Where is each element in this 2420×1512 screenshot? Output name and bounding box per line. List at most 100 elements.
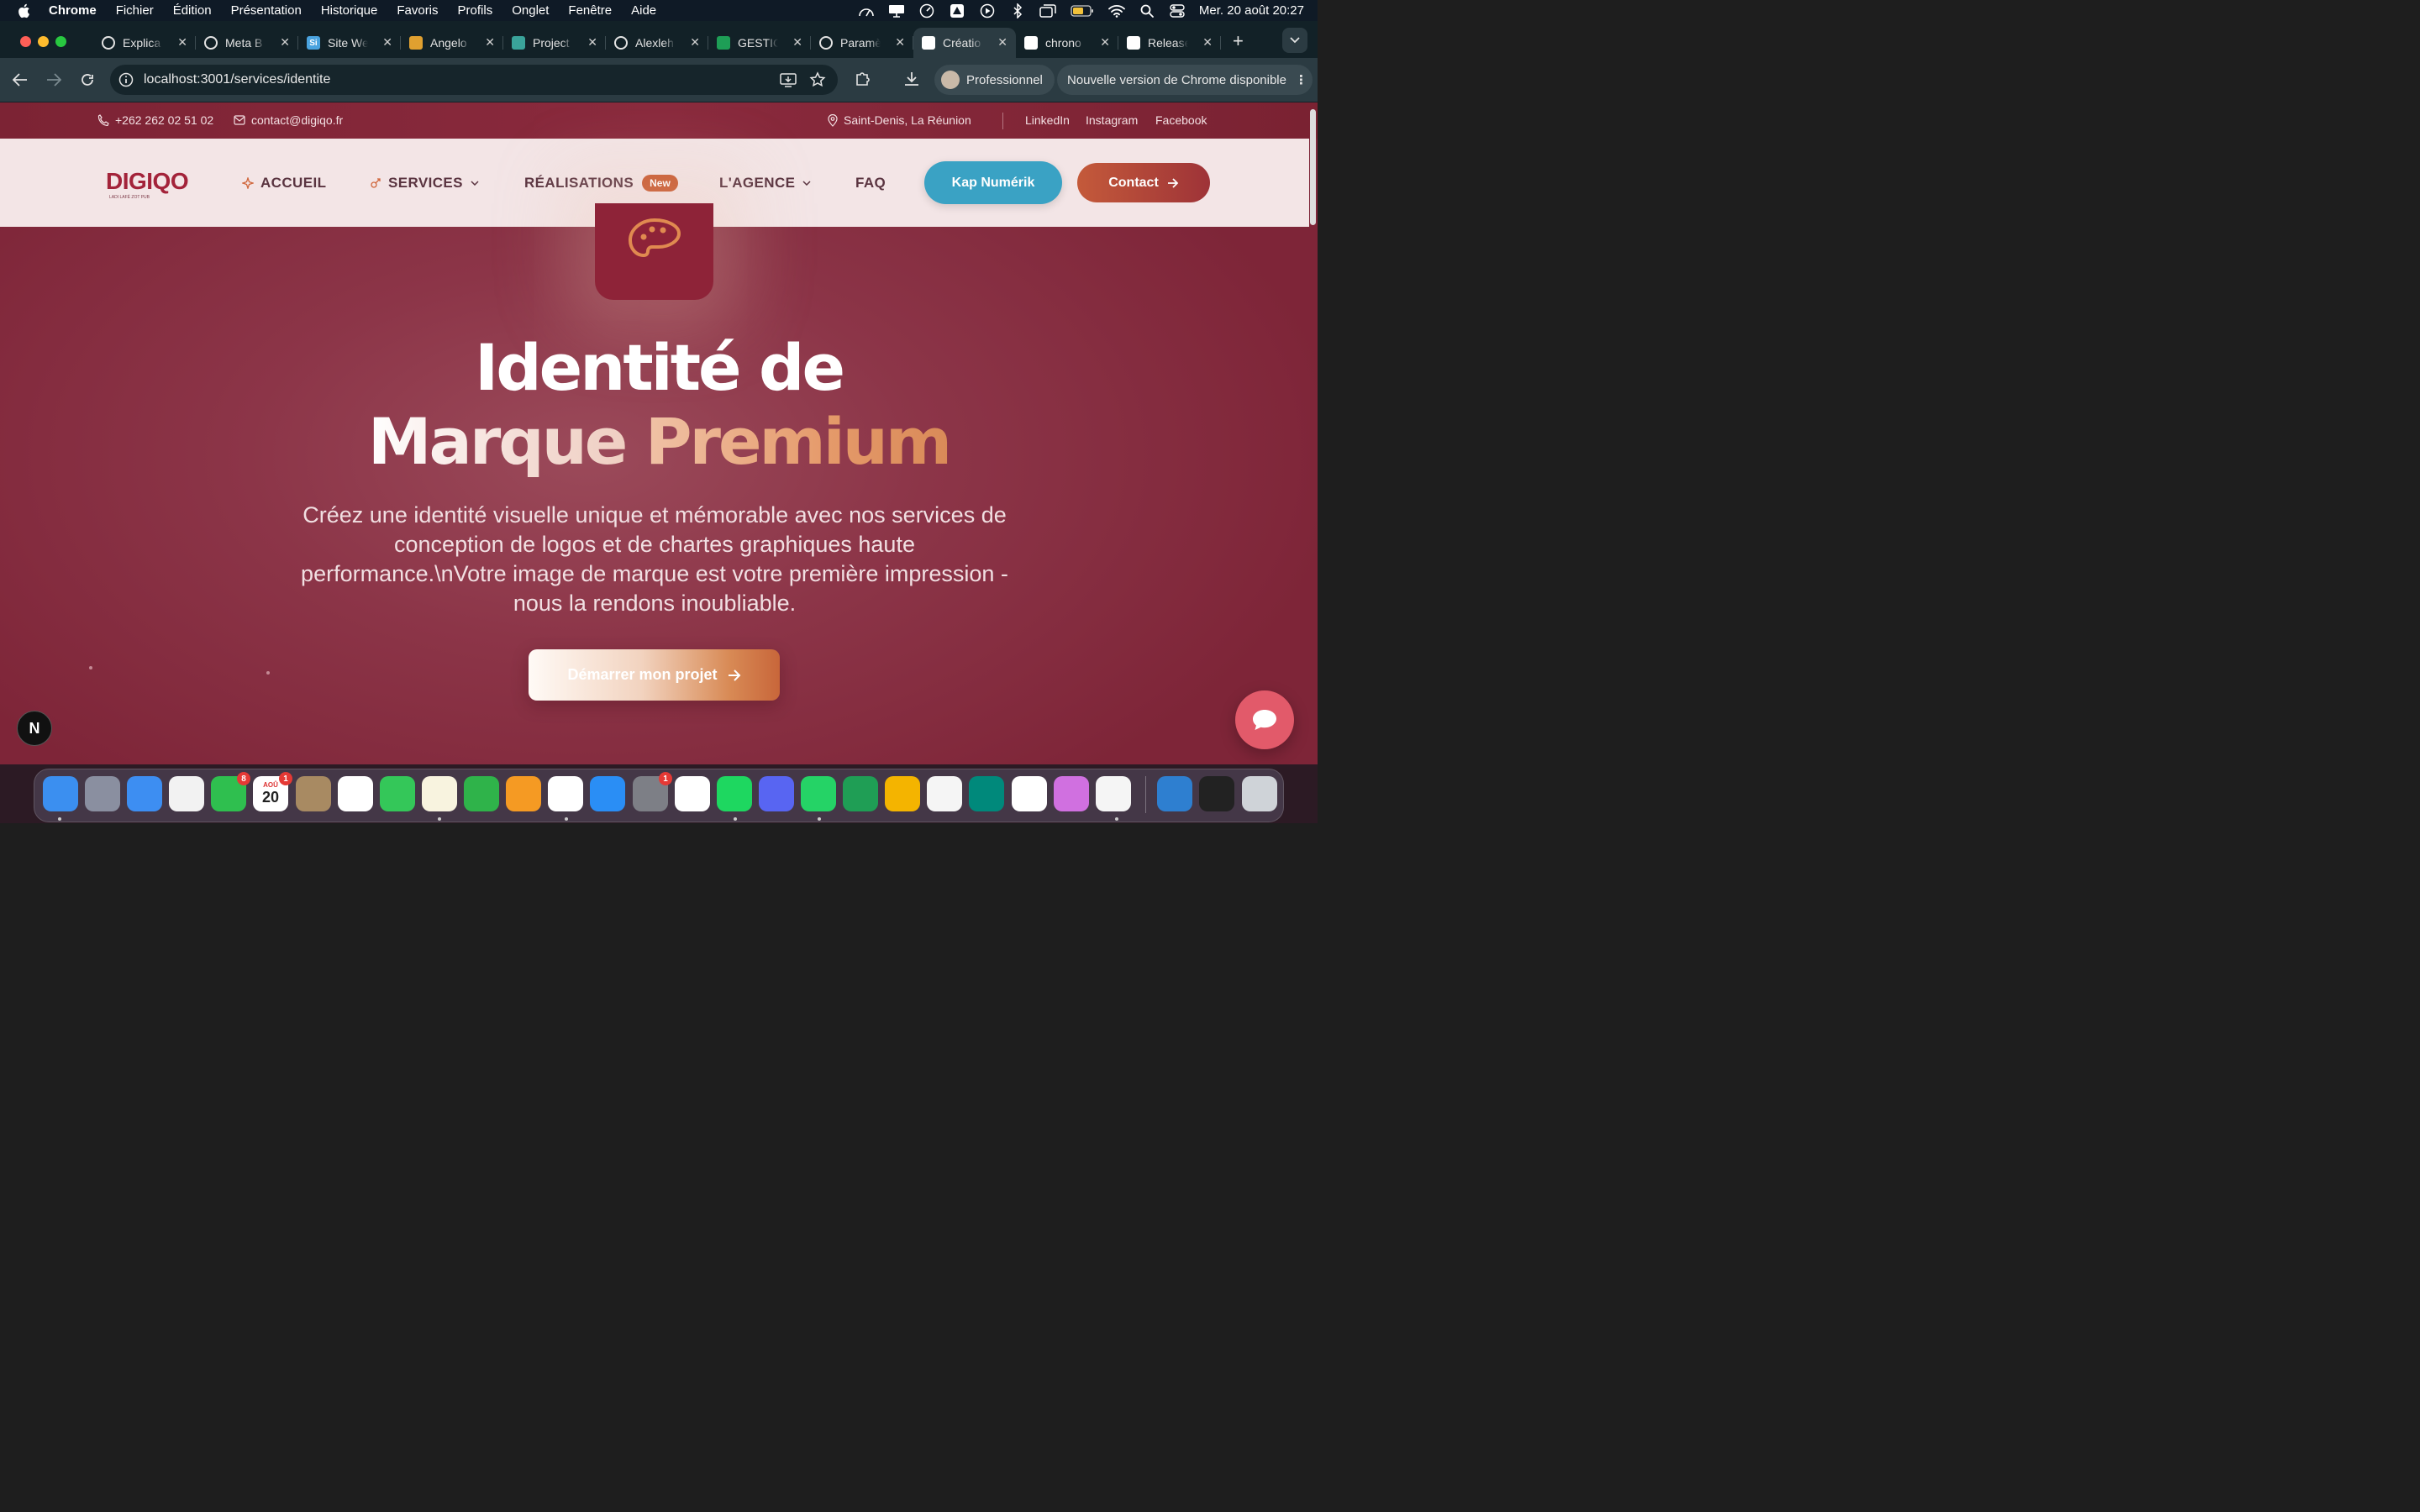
- speed-status-icon[interactable]: [918, 3, 935, 18]
- close-tab-icon[interactable]: ✕: [1202, 35, 1213, 50]
- numbers-icon[interactable]: [464, 776, 499, 811]
- topbar-email[interactable]: contact@digiqo.fr: [234, 113, 343, 127]
- finder-icon[interactable]: [43, 776, 78, 811]
- tab-search-button[interactable]: [1282, 28, 1307, 53]
- nav-services[interactable]: SERVICES: [370, 175, 479, 192]
- menu-fenetre[interactable]: Fenêtre: [568, 3, 612, 18]
- menu-profils[interactable]: Profils: [458, 3, 493, 18]
- close-tab-icon[interactable]: ✕: [280, 35, 290, 50]
- nav-faq[interactable]: FAQ: [855, 175, 886, 192]
- browser-tab[interactable]: Project ✕: [503, 28, 606, 58]
- drive-icon[interactable]: [927, 776, 962, 811]
- mail-icon[interactable]: [127, 776, 162, 811]
- apple-menu-icon[interactable]: [17, 3, 37, 18]
- close-tab-icon[interactable]: ✕: [895, 35, 905, 50]
- close-tab-icon[interactable]: ✕: [690, 35, 700, 50]
- url-text[interactable]: localhost:3001/services/identite: [144, 72, 330, 87]
- spotify-icon[interactable]: [717, 776, 752, 811]
- whatsapp-icon[interactable]: [801, 776, 836, 811]
- kebab-menu-icon[interactable]: ⋮: [1295, 72, 1307, 87]
- extensions-puzzle-icon[interactable]: [854, 70, 872, 88]
- close-tab-icon[interactable]: ✕: [587, 35, 597, 50]
- close-tab-icon[interactable]: ✕: [177, 35, 187, 50]
- back-button[interactable]: [10, 70, 30, 90]
- contact-button[interactable]: Contact: [1077, 163, 1210, 202]
- scrollbar-thumb[interactable]: [1310, 109, 1316, 225]
- browser-tab[interactable]: Si Site We ✕: [298, 28, 401, 58]
- contacts-icon[interactable]: [296, 776, 331, 811]
- trash-icon[interactable]: [1242, 776, 1277, 811]
- chrome-icon[interactable]: [548, 776, 583, 811]
- vscode-icon[interactable]: [1096, 776, 1131, 811]
- globe-icon[interactable]: [1157, 776, 1192, 811]
- battery-icon[interactable]: [1070, 4, 1095, 18]
- calendar-icon[interactable]: AOÛ 20 1: [253, 772, 292, 811]
- digiqo-logo[interactable]: DIGIQO LADI LAFÉ ZOT PUB: [106, 168, 195, 202]
- facetime-icon[interactable]: 8: [211, 772, 250, 811]
- install-app-icon[interactable]: [780, 71, 797, 88]
- play-status-icon[interactable]: [979, 3, 996, 18]
- close-tab-icon[interactable]: ✕: [1100, 35, 1110, 50]
- browser-tab[interactable]: Release ✕: [1118, 28, 1221, 58]
- messages-icon[interactable]: [380, 776, 415, 811]
- menu-presentation[interactable]: Présentation: [231, 3, 302, 18]
- menu-onglet[interactable]: Onglet: [512, 3, 549, 18]
- nav-agence[interactable]: L'AGENCE: [719, 175, 811, 192]
- wifi-icon[interactable]: [1108, 4, 1125, 18]
- settings-icon[interactable]: 1: [633, 772, 672, 811]
- page-scrollbar[interactable]: [1309, 102, 1318, 764]
- linkedin-link[interactable]: LinkedIn: [1025, 113, 1070, 127]
- menu-aide[interactable]: Aide: [631, 3, 656, 18]
- close-tab-icon[interactable]: ✕: [485, 35, 495, 50]
- downloads-icon[interactable]: [902, 70, 921, 88]
- nextjs-devtools-button[interactable]: N: [17, 711, 52, 746]
- instagram-link[interactable]: Instagram: [1086, 113, 1138, 127]
- gchat-icon[interactable]: [843, 776, 878, 811]
- browser-tab[interactable]: GESTIC ✕: [708, 28, 811, 58]
- chrome-update-button[interactable]: Nouvelle version de Chrome disponible ⋮: [1057, 65, 1313, 95]
- browser-tab[interactable]: Angelo ✕: [401, 28, 503, 58]
- spotlight-search-icon[interactable]: [1139, 4, 1155, 18]
- screen-icon[interactable]: [1054, 776, 1089, 811]
- close-tab-icon[interactable]: ✕: [382, 35, 392, 50]
- address-bar[interactable]: localhost:3001/services/identite: [110, 65, 838, 95]
- slack-icon[interactable]: [1012, 776, 1047, 811]
- menu-app-chrome[interactable]: Chrome: [49, 3, 97, 18]
- browser-tab[interactable]: chrono ✕: [1016, 28, 1118, 58]
- capcut-icon[interactable]: [675, 776, 710, 811]
- browser-tab[interactable]: Explica ✕: [93, 28, 196, 58]
- browser-tab[interactable]: Alexleh ✕: [606, 28, 708, 58]
- close-window-button[interactable]: [20, 35, 31, 47]
- close-tab-icon[interactable]: ✕: [792, 35, 802, 50]
- zoom-window-button[interactable]: [55, 35, 66, 47]
- drive-status-icon[interactable]: [949, 3, 965, 18]
- window-switch-icon[interactable]: [1039, 3, 1056, 18]
- notes-icon[interactable]: [422, 776, 457, 811]
- close-tab-icon[interactable]: ✕: [997, 35, 1007, 50]
- chat-button[interactable]: [1235, 690, 1294, 749]
- nav-realisations[interactable]: RÉALISATIONS New: [524, 175, 678, 192]
- window-icon[interactable]: [1199, 776, 1234, 811]
- topbar-phone[interactable]: +262 262 02 51 02: [97, 113, 213, 127]
- nav-accueil[interactable]: ACCUEIL: [242, 175, 326, 192]
- facebook-link[interactable]: Facebook: [1155, 113, 1207, 127]
- browser-tab[interactable]: Meta B ✕: [196, 28, 298, 58]
- forward-button[interactable]: [44, 70, 64, 90]
- menubar-clock[interactable]: Mer. 20 août 20:27: [1199, 3, 1304, 18]
- bluetooth-icon[interactable]: [1009, 3, 1026, 18]
- pinwheel-icon[interactable]: [885, 776, 920, 811]
- new-tab-button[interactable]: +: [1233, 30, 1244, 52]
- menu-edition[interactable]: Édition: [173, 3, 212, 18]
- pages-icon[interactable]: [506, 776, 541, 811]
- gauge-status-icon[interactable]: [858, 4, 875, 18]
- minimize-window-button[interactable]: [38, 35, 49, 47]
- start-project-button[interactable]: Démarrer mon projet: [529, 649, 780, 701]
- browser-tab[interactable]: Créatio ✕: [913, 28, 1016, 58]
- reminders-icon[interactable]: [338, 776, 373, 811]
- bookmark-star-icon[interactable]: [809, 71, 826, 88]
- meet-icon[interactable]: [969, 776, 1004, 811]
- photos-icon[interactable]: [169, 776, 204, 811]
- menu-favoris[interactable]: Favoris: [397, 3, 438, 18]
- reload-button[interactable]: [77, 70, 97, 90]
- site-info-icon[interactable]: [118, 72, 134, 87]
